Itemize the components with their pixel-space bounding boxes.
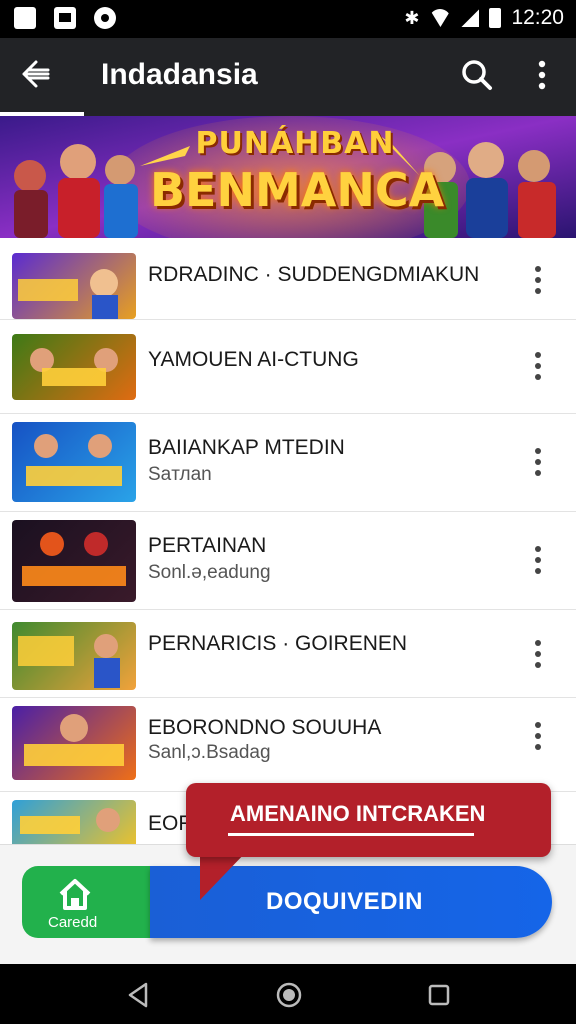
wifi-icon [429,9,452,27]
list-item-subtitle: Sonl.ə,eadung [148,562,271,583]
banner-headline: PUNÁHBAN BENMANCA [150,126,445,217]
tooltip-pointer [200,850,248,900]
more-vert-icon [535,546,541,552]
nav-back-icon [128,982,148,1008]
game-thumbnail [12,422,136,502]
more-vert-icon [535,722,541,728]
list-item[interactable]: RDRADINC · SUDDENGDMIAKUN [0,240,576,320]
bluetooth-icon: ✱ [404,7,420,28]
banner-line-2: BENMANCA [150,163,445,217]
list-item-subtitle: Saтлan [148,464,212,485]
settings-icon [94,7,116,29]
nav-recents-button[interactable] [424,980,454,1010]
page-title: Indadansia [101,58,258,91]
primary-action-label: DOQUIVEDIN [266,888,424,915]
status-time: 12:20 [511,6,564,29]
more-vert-icon [535,640,541,646]
game-thumbnail [12,622,136,690]
list-item-more-button[interactable] [524,540,552,580]
game-thumbnail [12,520,136,602]
back-arrow-icon [22,60,50,88]
notification-app-icon [14,7,36,29]
list-item-title: YAMOUEN AI-CTUNG [148,348,359,371]
image-icon [54,7,76,29]
home-button-label: Caredd [48,914,98,931]
more-options-button[interactable] [520,52,564,98]
list-item-more-button[interactable] [524,260,552,300]
more-vert-icon [535,448,541,454]
promo-banner[interactable]: PUNÁHBAN BENMANCA [0,116,576,238]
list-item-title: RDRADINC · SUDDENGDMIAKUN [148,263,480,286]
search-button[interactable] [454,52,500,98]
list-item[interactable]: PERTAINAN Sonl.ə,eadung [0,512,576,610]
list-item-title: BAIIANKAP MTEDIN [148,436,345,459]
system-nav-bar [0,964,576,1024]
home-button[interactable]: Caredd [22,866,162,938]
more-vert-icon [538,60,546,90]
back-button[interactable] [14,52,60,98]
list-item-more-button[interactable] [524,346,552,386]
list-item[interactable]: PERNARICIS · GOIRENEN [0,610,576,698]
status-bar: ✱ 12:20 [0,0,576,38]
nav-home-icon [276,982,302,1008]
status-left-icons [14,7,116,29]
nav-back-button[interactable] [124,980,154,1010]
home-icon [59,879,91,910]
banner-line-1: PUNÁHBAN [195,126,395,161]
app-bar: Indadansia [0,38,576,116]
list-item-more-button[interactable] [524,442,552,482]
battery-icon [489,8,502,28]
list-item-more-button[interactable] [524,716,552,756]
nav-recents-icon [428,984,450,1006]
tooltip-text: AMENAINO INTCRAKEN [230,801,486,826]
more-vert-icon [535,352,541,358]
list-item-subtitle: Sanl,ɔ.Bsadag [148,742,271,763]
list-item-title: PERTAINAN [148,534,267,557]
more-vert-icon [535,266,541,272]
search-icon [462,60,492,90]
list-item-title: EBORONDNO SOUUHA [148,716,382,739]
game-thumbnail [12,706,136,780]
tooltip-underline [228,833,474,836]
signal-icon [461,9,480,27]
game-thumbnail [12,800,136,844]
game-thumbnail [12,253,136,319]
list-item-more-button[interactable] [524,634,552,674]
list-item[interactable]: BAIIANKAP MTEDIN Saтлan [0,414,576,512]
nav-home-button[interactable] [274,980,304,1010]
game-thumbnail [12,334,136,400]
list-item-title: PERNARICIS · GOIRENEN [148,632,408,655]
list-item[interactable]: YAMOUEN AI-CTUNG [0,320,576,414]
tooltip-callout[interactable]: AMENAINO INTCRAKEN [186,783,551,857]
status-right-icons: ✱ 12:20 [404,6,564,30]
list-item[interactable]: EBORONDNO SOUUHA Sanl,ɔ.Bsadag [0,698,576,792]
